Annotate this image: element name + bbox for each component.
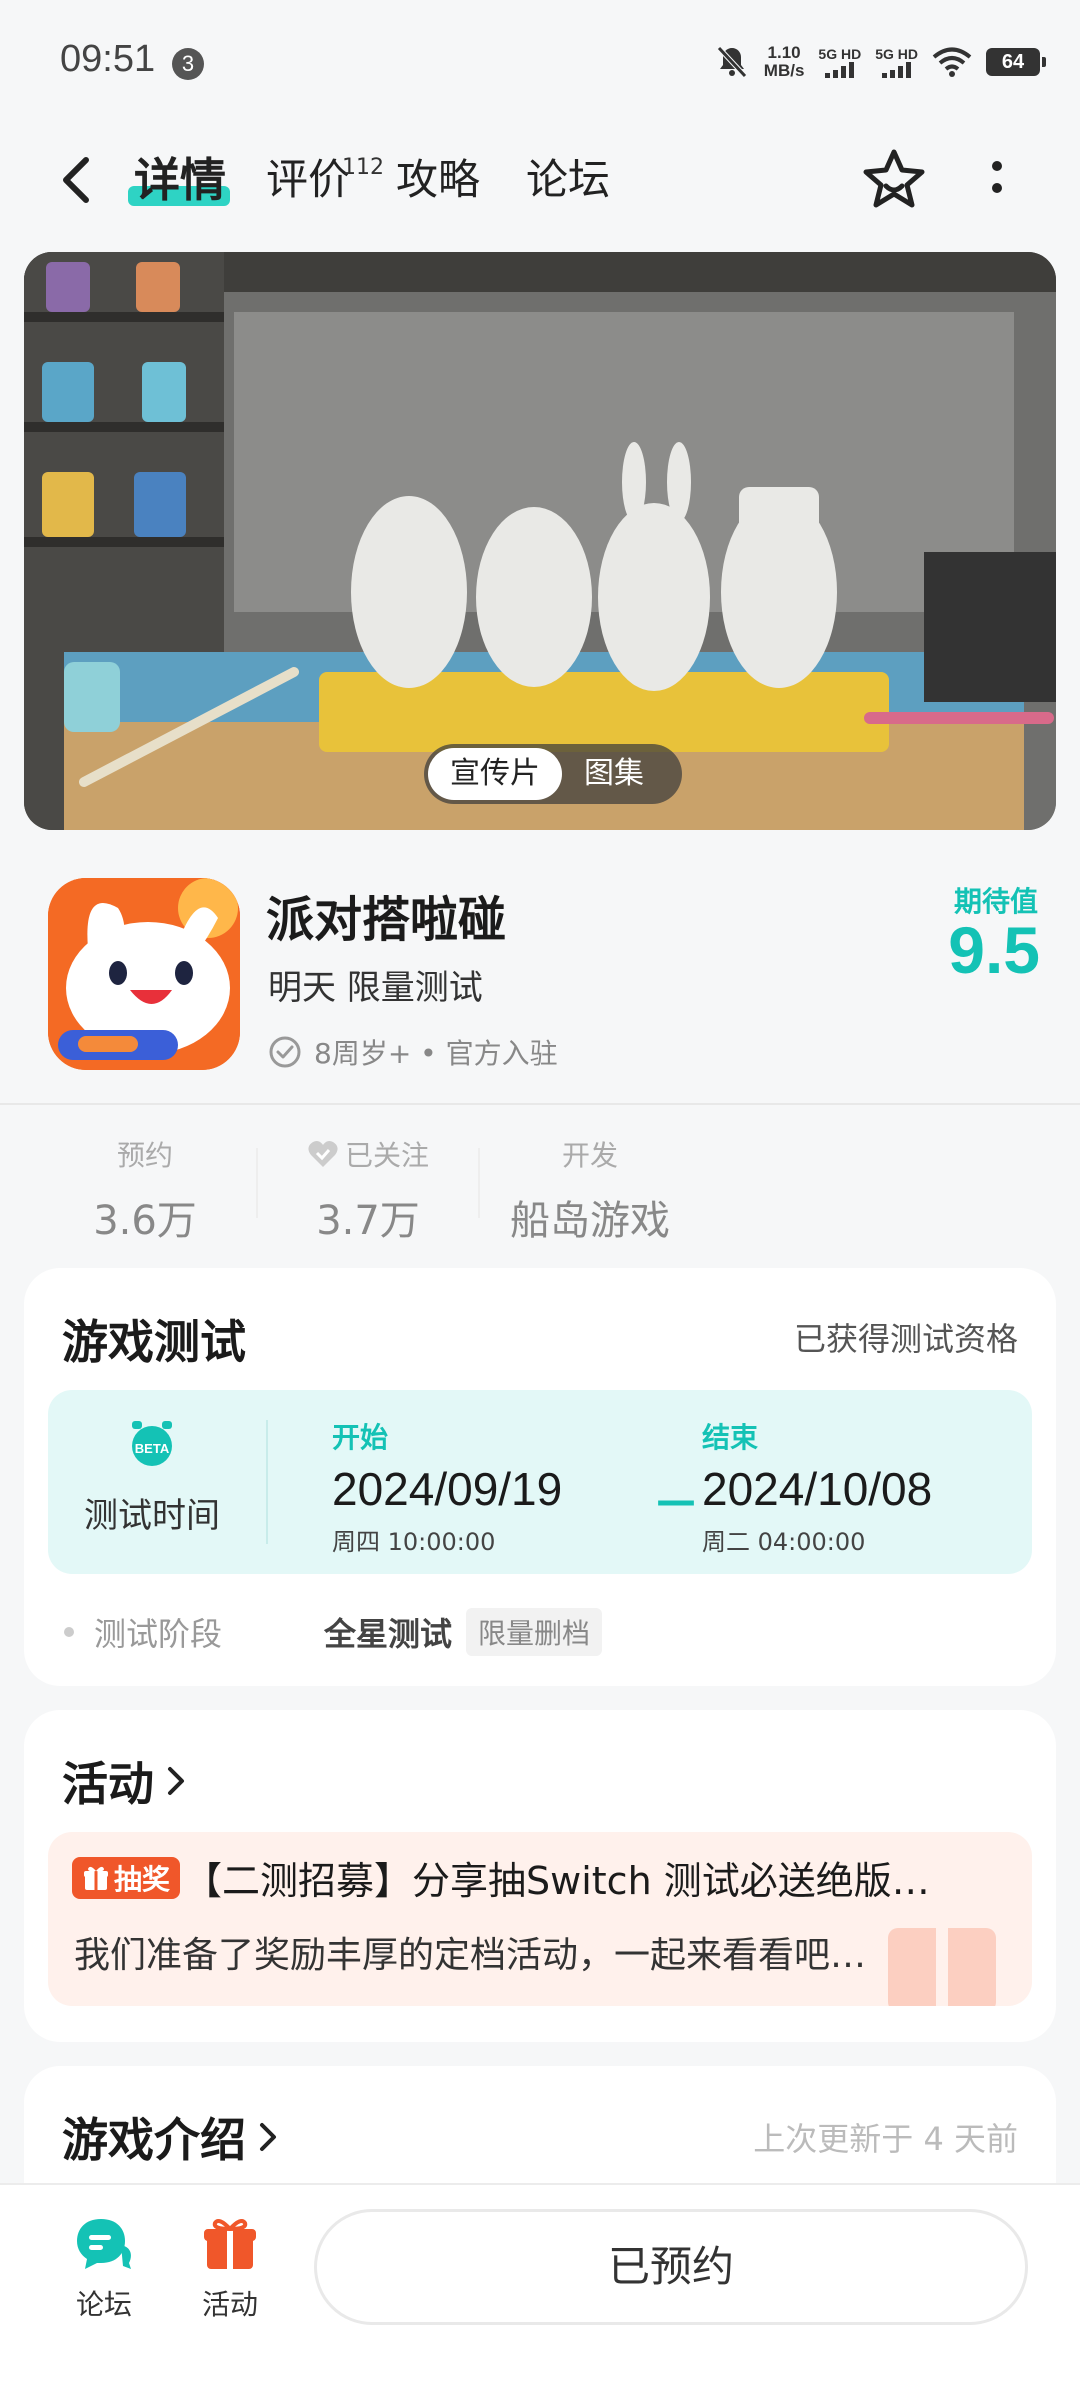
stat-followers[interactable]: 已关注 3.7万: [296, 1134, 440, 1246]
tab-forum[interactable]: 论坛: [526, 152, 610, 208]
notification-count-badge: 3: [172, 48, 204, 80]
game-test-status: 明天 限量测试: [268, 968, 483, 1008]
bottom-action-bar: 论坛 活动 已预约: [0, 2183, 1080, 2400]
status-time: 09:51: [60, 38, 156, 80]
expectation-score: 9.5: [948, 913, 1040, 987]
stat-reservations: 预约 3.6万: [93, 1139, 197, 1244]
date-range-dash: —: [656, 1478, 696, 1524]
divider: [0, 1103, 1080, 1105]
test-qualification: 已获得测试资格: [793, 1320, 1018, 1358]
phase-chip: 限量删档: [466, 1608, 603, 1656]
game-stats: 预约 3.6万 已关注 3.7万 开发 船岛游戏: [0, 1120, 1080, 1244]
top-nav: 详情 评价 112 攻略 论坛: [0, 130, 1080, 230]
game-title: 派对搭啦碰: [266, 892, 507, 948]
forum-button[interactable]: 论坛: [54, 2215, 154, 2323]
media-type-switch: 宣传片 图集: [424, 744, 682, 804]
test-schedule: BETA 测试时间 开始 2024/09/19 周四 10:00:00 — 结束…: [48, 1390, 1032, 1574]
more-options-icon[interactable]: [985, 158, 1009, 206]
activity-headline: 【二测招募】分享抽Switch 测试必送绝版…: [184, 1859, 930, 1903]
heart-check-icon: [308, 1141, 338, 1167]
forum-chat-icon: [77, 2219, 131, 2269]
status-bar: 09:51 3 1.10 MB/s 5G HD 5G HD 64: [0, 0, 1080, 120]
reserved-button[interactable]: 已预约: [314, 2209, 1028, 2325]
game-tags: 8周岁+ • 官方入驻: [268, 1032, 558, 1072]
net-speed: 1.10 MB/s: [763, 43, 805, 80]
intro-updated-time: 上次更新于 4 天前: [753, 2120, 1018, 2158]
test-end-time: 周二 04:00:00: [702, 1528, 866, 1556]
activity-description: 我们准备了奖励丰厚的定档活动，一起来看看吧…: [74, 1935, 867, 1976]
tab-guides[interactable]: 攻略: [396, 152, 480, 208]
verified-check-icon: [269, 1036, 301, 1068]
back-arrow-icon[interactable]: [56, 154, 100, 206]
gift-icon: [84, 1866, 108, 1890]
lottery-tag: 抽奖: [72, 1856, 181, 1899]
activity-card: 活动 抽奖 【二测招募】分享抽Switch 测试必送绝版… 我们准备了奖励丰厚的…: [24, 1710, 1056, 2042]
chevron-right-icon: [168, 1767, 184, 1795]
game-app-icon: [48, 878, 240, 1070]
beta-alarm-icon: BETA: [132, 1421, 172, 1466]
test-time-label: 测试时间: [84, 1496, 220, 1536]
gift-watermark-icon: [888, 1928, 996, 2006]
game-intro-title-link[interactable]: 游戏介绍: [62, 2104, 280, 2170]
status-icons: 1.10 MB/s 5G HD 5G HD 64: [714, 40, 1046, 84]
game-info: 派对搭啦碰 明天 限量测试 8周岁+ • 官方入驻 期待值 9.5: [0, 860, 1080, 1104]
stat-developer[interactable]: 开发 船岛游戏: [500, 1134, 680, 1246]
gift-box-icon: [204, 2219, 256, 2269]
test-end-date: 2024/10/08: [702, 1463, 933, 1515]
signal-sim1-icon: 5G HD: [818, 46, 861, 78]
wifi-icon: [932, 47, 972, 77]
media-carousel[interactable]: 宣传片 图集: [24, 252, 1056, 830]
mute-bell-icon: [716, 46, 747, 78]
test-phase: 测试阶段 全星测试 限量删档: [64, 1608, 603, 1656]
promo-video-option[interactable]: 宣传片: [428, 748, 562, 800]
test-start: 开始 2024/09/19 周四 10:00:00: [332, 1421, 563, 1556]
test-start-date: 2024/09/19: [332, 1463, 563, 1515]
beta-text: BETA: [135, 1441, 170, 1456]
game-test-title: 游戏测试: [62, 1315, 246, 1369]
detail-tabs: 详情 评价 112 攻略 论坛: [128, 152, 610, 208]
chevron-right-icon: [260, 2123, 276, 2151]
activity-item[interactable]: 抽奖 【二测招募】分享抽Switch 测试必送绝版… 我们准备了奖励丰厚的定档活…: [48, 1832, 1032, 2006]
tab-reviews[interactable]: 评价 112: [266, 152, 384, 208]
game-test-card: 游戏测试 已获得测试资格 BETA 测试时间 开始 2024/09/19 周四 …: [24, 1268, 1056, 1686]
battery-icon: 64: [986, 48, 1046, 76]
activity-title-link[interactable]: 活动: [62, 1748, 188, 1814]
follow-star-icon[interactable]: [860, 146, 928, 214]
signal-sim2-icon: 5G HD: [875, 46, 918, 78]
test-start-time: 周四 10:00:00: [332, 1528, 496, 1556]
activity-button[interactable]: 活动: [180, 2215, 280, 2323]
tab-details[interactable]: 详情: [128, 152, 230, 208]
review-count-badge: 112: [342, 155, 385, 180]
gallery-option[interactable]: 图集: [562, 748, 666, 800]
test-end: 结束 2024/10/08 周二 04:00:00: [702, 1421, 933, 1556]
